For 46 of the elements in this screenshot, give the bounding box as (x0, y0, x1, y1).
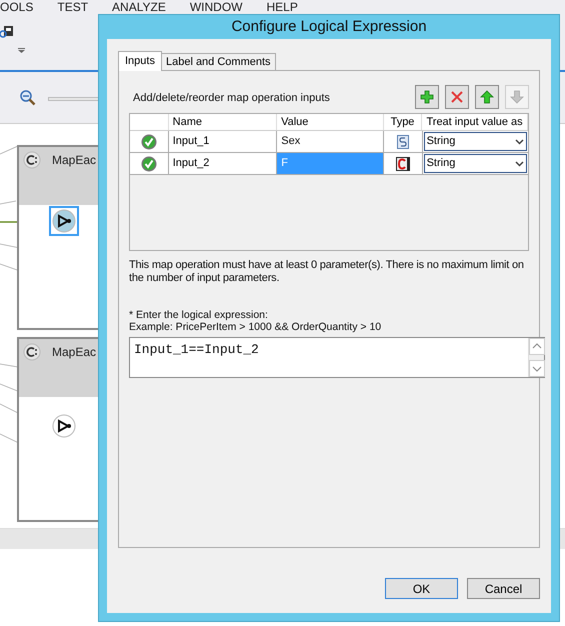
menu-item[interactable]: OOLS (0, 0, 34, 14)
column-header[interactable]: Type (384, 114, 422, 130)
node-title: MapEac (52, 344, 96, 361)
zoom-out-icon[interactable] (20, 90, 36, 106)
loop-icon (23, 343, 41, 361)
toolbar-label: Add/delete/reorder map operation inputs (133, 91, 331, 106)
constant-type-icon[interactable] (396, 156, 410, 170)
chevron-down-icon (515, 138, 524, 144)
arrow-up-icon (479, 89, 495, 105)
node-title: MapEac (52, 152, 96, 169)
menu-item[interactable]: HELP (266, 0, 298, 14)
column-header[interactable]: Value (277, 114, 384, 130)
x-icon (449, 89, 465, 105)
tab[interactable]: Inputs (118, 51, 162, 71)
plus-icon (419, 89, 435, 105)
value-cell[interactable]: Sex (277, 131, 384, 152)
column-header[interactable]: Name (168, 114, 278, 130)
dialog-button[interactable]: Cancel (467, 578, 540, 599)
variable-type-icon[interactable] (396, 134, 409, 148)
scroll-up-icon[interactable] (529, 338, 545, 355)
add-button[interactable] (415, 85, 439, 109)
expression-example: Example: PricePerItem > 1000 && OrderQuantity > 10 (129, 321, 382, 333)
toolbar-tool-icon[interactable] (0, 26, 14, 38)
dropdown-arrow-icon[interactable] (18, 48, 25, 53)
dialog-button[interactable]: OK (385, 578, 458, 599)
chevron-down-icon (515, 160, 524, 166)
tab[interactable]: Label and Comments (160, 53, 276, 70)
scrollbar[interactable] (528, 338, 544, 377)
window-title: Configure Logical Expression (231, 16, 427, 37)
scroll-down-icon[interactable] (529, 360, 545, 377)
treat-as-dropdown[interactable]: String (424, 132, 528, 151)
delete-button[interactable] (445, 85, 469, 109)
menu-item[interactable]: ANALYZE (112, 0, 166, 14)
treat-as-dropdown[interactable]: String (424, 154, 528, 173)
name-cell[interactable]: Input_1 (168, 131, 278, 152)
expression-label: * Enter the logical expression: (129, 309, 269, 321)
operation-port[interactable] (49, 206, 79, 236)
expression-field[interactable]: Input_1==Input_2 (129, 337, 545, 378)
loop-icon (23, 151, 41, 169)
menu-item[interactable]: TEST (57, 0, 88, 14)
column-header[interactable]: Treat input value as (422, 114, 528, 130)
menu-item[interactable]: WINDOW (190, 0, 242, 14)
move-up-button[interactable] (475, 85, 499, 109)
arrow-down-icon (509, 89, 525, 105)
parameter-note: This map operation must have at least 0 parameter(s). There is no maximum limit on the number of input parameters. (129, 259, 525, 285)
zoom-slider-track[interactable] (48, 97, 100, 101)
